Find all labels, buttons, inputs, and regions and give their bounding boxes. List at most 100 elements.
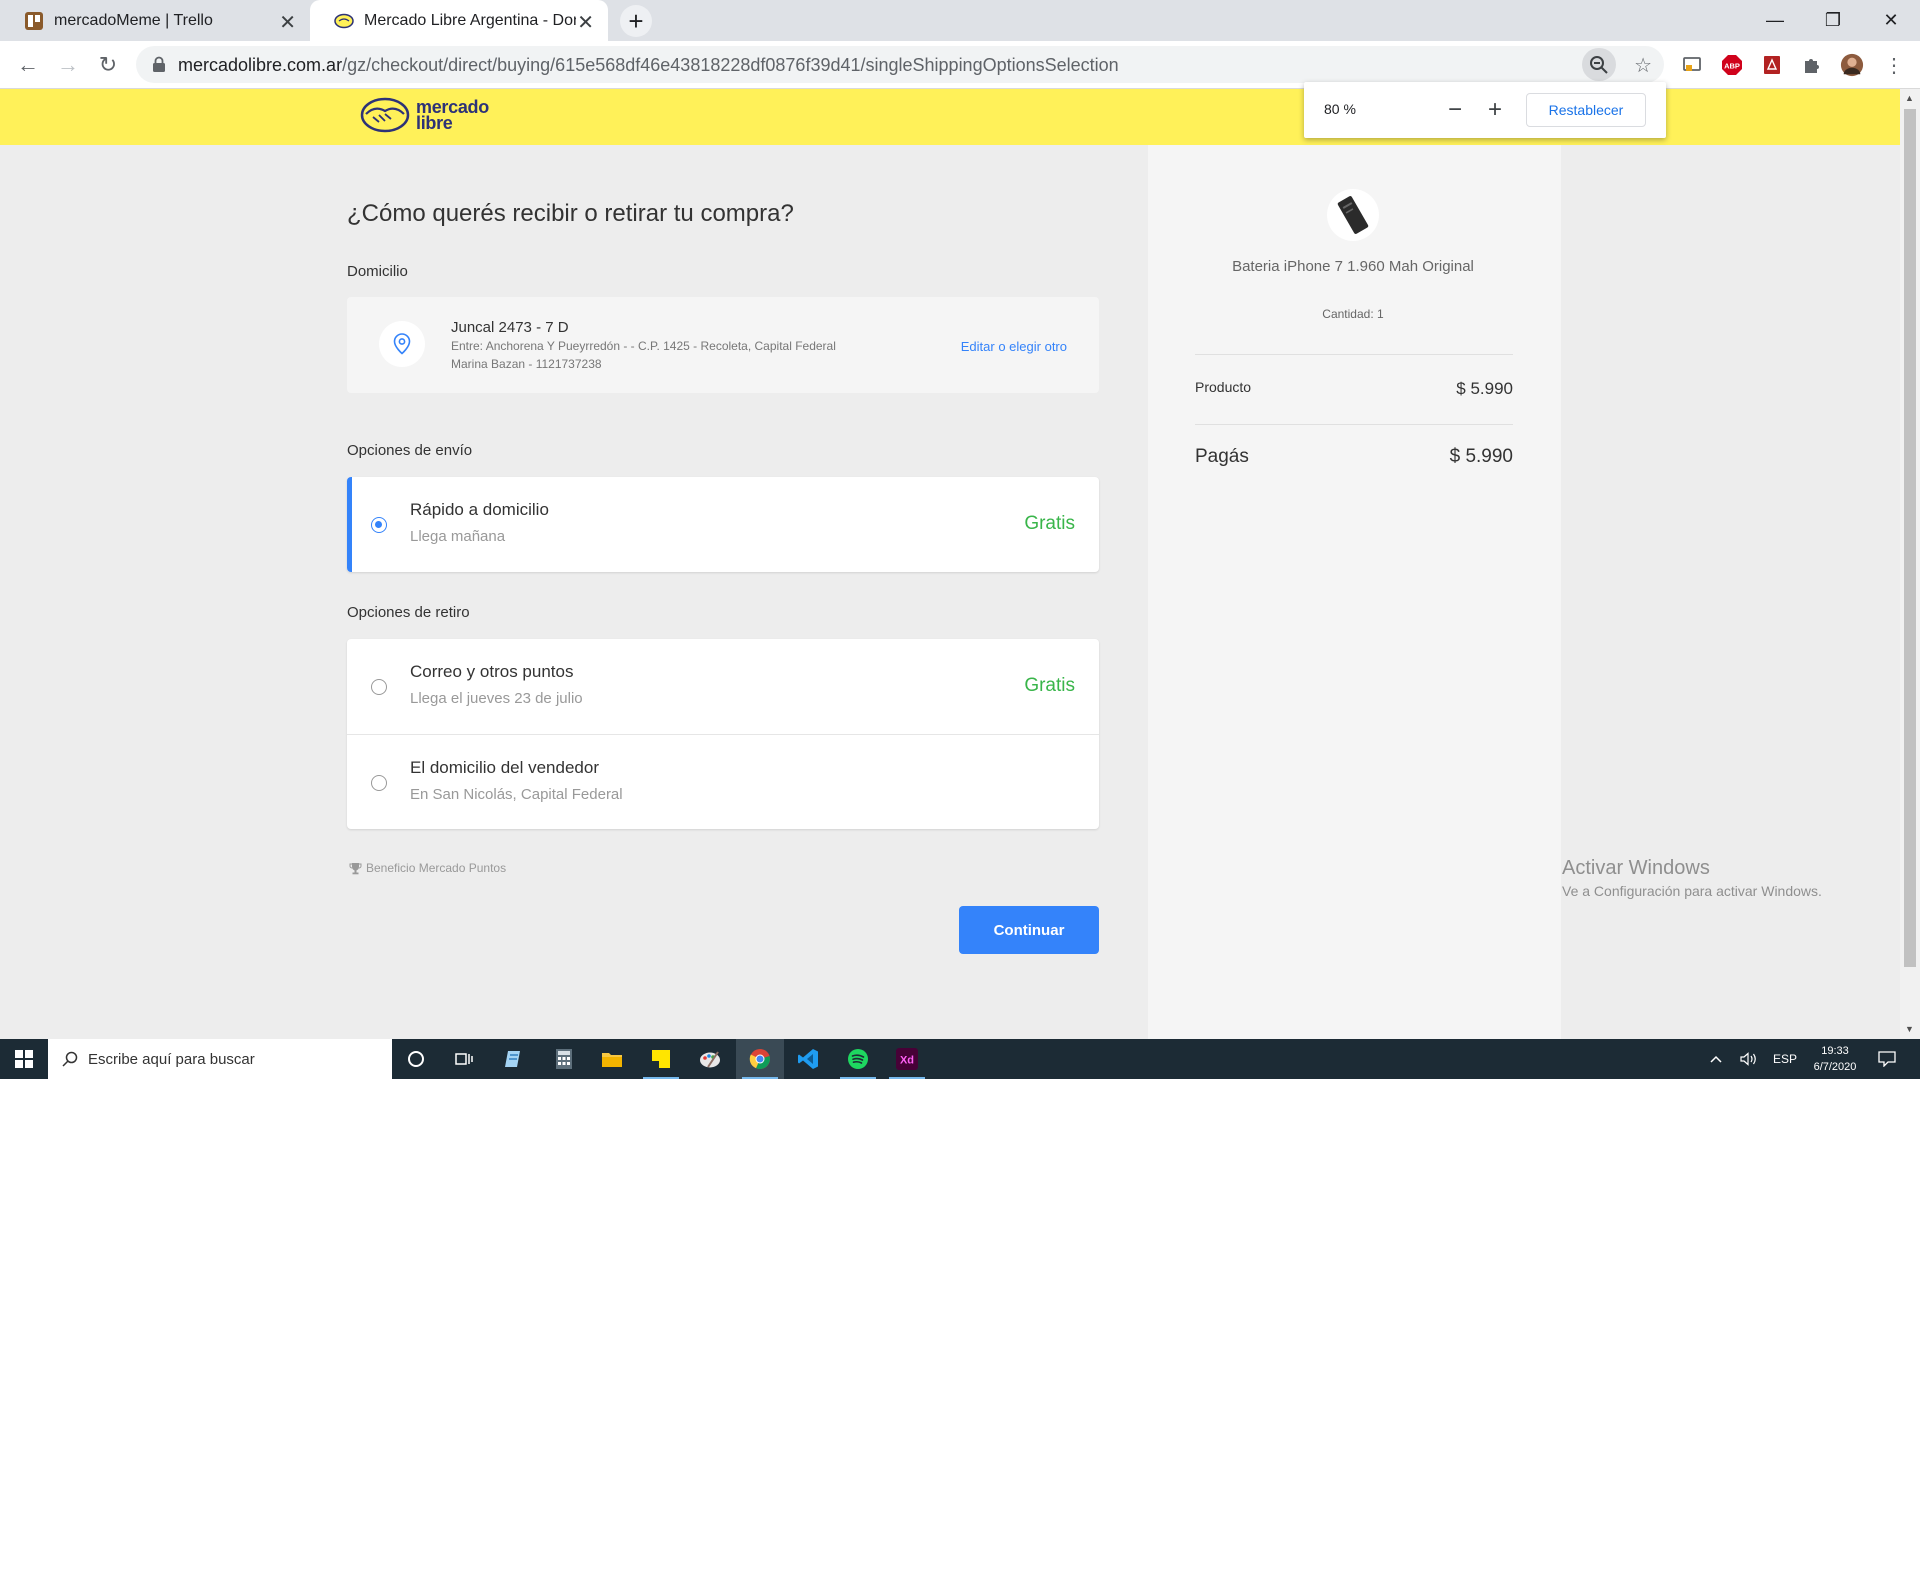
running-indicator bbox=[643, 1077, 679, 1079]
adobe-xd-app-icon[interactable]: Xd bbox=[883, 1039, 931, 1079]
clock-time: 19:33 bbox=[1821, 1045, 1849, 1057]
forward-arrow-icon[interactable]: → bbox=[52, 49, 84, 81]
spotify-app-icon[interactable] bbox=[834, 1039, 882, 1079]
windows-start-icon[interactable] bbox=[0, 1039, 48, 1079]
mercadolibre-logo[interactable]: mercado libre bbox=[360, 97, 489, 133]
summary-divider bbox=[1195, 424, 1513, 425]
tab-title: Mercado Libre Argentina - Dond bbox=[364, 11, 576, 29]
action-center-notification-icon[interactable] bbox=[1878, 1039, 1896, 1079]
summary-divider bbox=[1195, 354, 1513, 355]
taskbar-clock[interactable]: 19:33 6/7/2020 bbox=[1800, 1043, 1870, 1075]
svg-text:ABP: ABP bbox=[1724, 62, 1740, 71]
summary-total-row: Pagás $ 5.990 bbox=[1195, 446, 1513, 468]
calculator-app-icon[interactable] bbox=[540, 1039, 588, 1079]
address-between: Entre: Anchorena Y Pueyrredón - - C.P. 1… bbox=[451, 339, 836, 353]
trello-favicon-icon bbox=[25, 11, 43, 30]
zoom-out-magnifier-icon[interactable] bbox=[1582, 48, 1616, 81]
address-card: Juncal 2473 - 7 D Entre: Anchorena Y Pue… bbox=[347, 297, 1099, 393]
search-icon bbox=[62, 1051, 78, 1067]
profile-avatar[interactable] bbox=[1840, 53, 1864, 77]
zoom-increase-button[interactable]: + bbox=[1480, 95, 1510, 125]
pickup-options-card: Correo y otros puntos Llega el jueves 23… bbox=[347, 639, 1099, 829]
adblock-icon[interactable]: ABP bbox=[1720, 53, 1744, 77]
url-host: mercadolibre.com.ar bbox=[178, 55, 343, 75]
lock-icon bbox=[153, 56, 165, 72]
option-subtitle: Llega el jueves 23 de julio bbox=[410, 690, 583, 707]
task-view-icon[interactable] bbox=[440, 1039, 488, 1079]
option-title: Rápido a domicilio bbox=[410, 500, 549, 519]
total-price: $ 5.990 bbox=[1449, 446, 1513, 467]
back-arrow-icon[interactable]: ← bbox=[12, 49, 44, 81]
notepad-app-icon[interactable] bbox=[490, 1039, 538, 1079]
url-path: /gz/checkout/direct/buying/615e568df46e4… bbox=[342, 55, 1119, 75]
zoom-reset-button[interactable]: Restablecer bbox=[1526, 93, 1646, 127]
svg-text:Xd: Xd bbox=[900, 1055, 914, 1067]
scroll-down-arrow-icon[interactable]: ▼ bbox=[1905, 1024, 1914, 1034]
tab-close-icon[interactable]: ✕ bbox=[577, 10, 594, 35]
vscode-app-icon[interactable] bbox=[784, 1039, 832, 1079]
reload-icon[interactable]: ↻ bbox=[92, 49, 124, 81]
radio-unselected[interactable] bbox=[371, 679, 387, 695]
watermark-title: Activar Windows bbox=[1562, 857, 1710, 879]
running-indicator bbox=[840, 1077, 876, 1079]
new-tab-button[interactable]: + bbox=[620, 5, 652, 37]
tab-title: mercadoMeme | Trello bbox=[54, 11, 213, 29]
shipping-option-rapido[interactable]: Rápido a domicilio Llega mañana Gratis bbox=[347, 477, 1099, 572]
extensions-puzzle-icon[interactable] bbox=[1800, 53, 1824, 77]
order-summary: Bateria iPhone 7 1.960 Mah Original Cant… bbox=[1148, 145, 1561, 1039]
menu-kebab-icon[interactable]: ⋮ bbox=[1882, 53, 1906, 77]
address-street: Juncal 2473 - 7 D bbox=[451, 319, 569, 336]
sticky-notes-icon[interactable] bbox=[637, 1039, 685, 1079]
radio-selected[interactable] bbox=[371, 517, 387, 533]
minimize-button[interactable]: — bbox=[1746, 0, 1804, 41]
volume-icon[interactable] bbox=[1740, 1039, 1758, 1079]
pickup-option-correo[interactable]: Correo y otros puntos Llega el jueves 23… bbox=[347, 639, 1099, 734]
tab-close-icon[interactable]: ✕ bbox=[279, 10, 296, 35]
continue-button[interactable]: Continuar bbox=[959, 906, 1099, 954]
watermark-subtitle: Ve a Configuración para activar Windows. bbox=[1562, 883, 1822, 899]
page-scrollbar[interactable]: ▲ ▼ bbox=[1900, 89, 1920, 1039]
address-bar[interactable]: mercadolibre.com.ar/gz/checkout/direct/b… bbox=[136, 46, 1664, 83]
total-label: Pagás bbox=[1195, 446, 1249, 467]
close-window-button[interactable]: ✕ bbox=[1862, 0, 1920, 41]
scrollbar-thumb[interactable] bbox=[1904, 109, 1916, 967]
running-indicator bbox=[742, 1077, 778, 1079]
handshake-logo-icon bbox=[360, 97, 410, 133]
summary-product-row: Producto $ 5.990 bbox=[1195, 379, 1513, 399]
bookmark-star-icon[interactable]: ☆ bbox=[1634, 53, 1652, 78]
product-name[interactable]: Bateria iPhone 7 1.960 Mah Original bbox=[1208, 257, 1498, 277]
product-quantity: Cantidad: 1 bbox=[1322, 307, 1384, 321]
edit-address-link[interactable]: Editar o elegir otro bbox=[961, 339, 1067, 354]
option-subtitle: Llega mañana bbox=[410, 528, 506, 545]
paint-app-icon[interactable] bbox=[686, 1039, 734, 1079]
radio-unselected[interactable] bbox=[371, 775, 387, 791]
zoom-level: 80 % bbox=[1324, 101, 1356, 117]
trophy-icon bbox=[349, 862, 362, 874]
benefit-text: Beneficio Mercado Puntos bbox=[366, 861, 507, 875]
search-placeholder: Escribe aquí para buscar bbox=[88, 1050, 255, 1068]
language-indicator[interactable]: ESP bbox=[1773, 1039, 1797, 1079]
file-explorer-icon[interactable] bbox=[588, 1039, 636, 1079]
cast-icon[interactable] bbox=[1680, 53, 1704, 77]
zoom-decrease-button[interactable]: − bbox=[1440, 95, 1470, 125]
tab-mercadolibre[interactable]: Mercado Libre Argentina - Dond ✕ bbox=[310, 0, 608, 41]
scroll-up-arrow-icon[interactable]: ▲ bbox=[1905, 93, 1914, 103]
option-title: El domicilio del vendedor bbox=[410, 758, 599, 777]
pickup-option-vendedor[interactable]: El domicilio del vendedor En San Nicolás… bbox=[347, 734, 1099, 829]
chrome-app-icon[interactable] bbox=[736, 1039, 784, 1079]
option-price: Gratis bbox=[1024, 675, 1075, 696]
cortana-icon[interactable] bbox=[392, 1039, 440, 1079]
logo-word-libre: libre bbox=[416, 113, 453, 133]
pickup-section-label: Opciones de retiro bbox=[347, 604, 470, 621]
windows-activation-watermark: Activar Windows Ve a Configuración para … bbox=[1562, 857, 1822, 899]
shipping-options-card: Rápido a domicilio Llega mañana Gratis bbox=[347, 477, 1099, 572]
maximize-button[interactable]: ❐ bbox=[1804, 0, 1862, 41]
pdf-icon[interactable] bbox=[1760, 53, 1784, 77]
location-pin-icon bbox=[379, 321, 425, 367]
address-contact: Marina Bazan - 1121737238 bbox=[451, 357, 602, 371]
taskbar-search-input[interactable]: Escribe aquí para buscar bbox=[48, 1039, 392, 1079]
option-title: Correo y otros puntos bbox=[410, 662, 574, 681]
show-hidden-icons-chevron-icon[interactable] bbox=[1710, 1039, 1722, 1079]
mercadolibre-favicon-icon bbox=[334, 13, 354, 28]
tab-trello[interactable]: mercadoMeme | Trello ✕ bbox=[0, 0, 310, 41]
